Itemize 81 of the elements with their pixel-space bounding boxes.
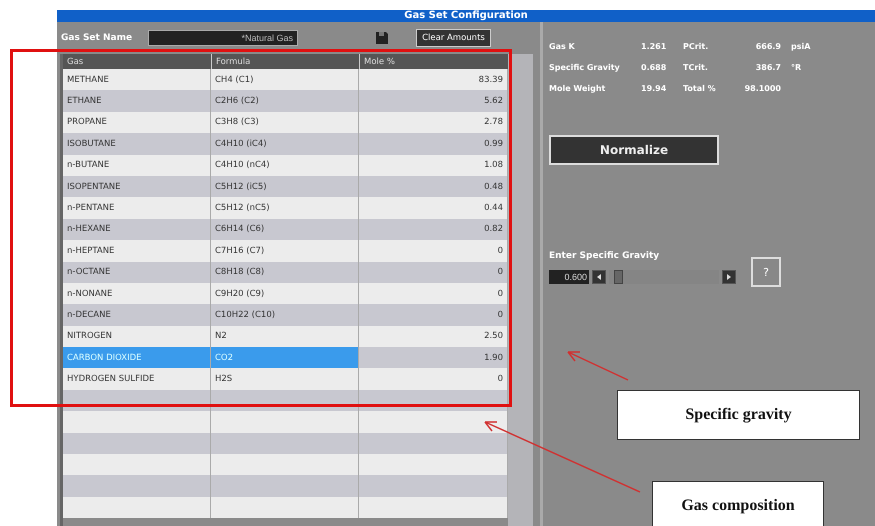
save-icon[interactable] bbox=[376, 32, 388, 44]
property-value: 1.261 bbox=[641, 42, 668, 51]
table-cell: ISOPENTANE bbox=[63, 176, 211, 198]
table-cell: C5H12 (iC5) bbox=[211, 176, 359, 198]
property-value: 666.9 bbox=[754, 42, 781, 51]
table-cell: n-PENTANE bbox=[63, 197, 211, 219]
right-arrow-button[interactable] bbox=[722, 270, 736, 284]
table-cell: 0.48 bbox=[359, 176, 508, 198]
slider-thumb[interactable] bbox=[614, 270, 624, 284]
table-cell: 0 bbox=[359, 262, 508, 283]
gas-set-name-label: Gas Set Name bbox=[61, 33, 132, 43]
property-label: Specific Gravity bbox=[549, 63, 621, 72]
table-cell: 1.08 bbox=[359, 154, 508, 176]
arrow bbox=[567, 351, 628, 381]
table-cell: 0.99 bbox=[359, 133, 508, 155]
specific-gravity-label: Enter Specific Gravity bbox=[549, 251, 660, 261]
property-label: PCrit. bbox=[683, 42, 710, 51]
table-cell: C10H22 (C10) bbox=[211, 304, 359, 326]
specific-gravity-field[interactable]: 0.600 bbox=[549, 270, 589, 284]
table-cell: CO2 bbox=[211, 347, 359, 368]
table-cell: C5H12 (nC5) bbox=[211, 197, 359, 219]
table-cell: n-HEXANE bbox=[63, 218, 211, 240]
property-label: Mole Weight bbox=[549, 84, 606, 93]
table-cell: CARBON DIOXIDE bbox=[63, 347, 211, 368]
property-label: Total % bbox=[683, 84, 717, 93]
table-cell: H2S bbox=[211, 368, 359, 390]
table-cell: n-NONANE bbox=[63, 282, 211, 304]
table-cell: 0 bbox=[359, 282, 508, 304]
callout-label: Gas composition bbox=[652, 481, 824, 526]
unit-label: psiA bbox=[791, 42, 812, 51]
table-cell: 1.90 bbox=[359, 347, 508, 368]
table-cell: 0.82 bbox=[359, 218, 508, 240]
table-cell: C2H6 (C2) bbox=[211, 90, 359, 112]
property-value: 0.688 bbox=[641, 63, 668, 72]
gas-set-name-field[interactable]: *Natural Gas bbox=[148, 30, 298, 46]
table-cell: CH4 (C1) bbox=[211, 69, 359, 90]
column-header[interactable]: Formula bbox=[211, 54, 359, 69]
table-cell: NITROGEN bbox=[63, 326, 211, 348]
table-cell: 83.39 bbox=[359, 69, 508, 90]
table-cell: n-OCTANE bbox=[63, 262, 211, 283]
column-header[interactable]: Mole % bbox=[359, 54, 508, 69]
callout-label: Specific gravity bbox=[617, 390, 860, 440]
table-cell: n-HEPTANE bbox=[63, 240, 211, 262]
clear-amounts-button[interactable]: Clear Amounts bbox=[416, 29, 491, 47]
property-value: 19.94 bbox=[641, 84, 668, 93]
table-cell: C6H14 (C6) bbox=[211, 218, 359, 240]
table-cell: PROPANE bbox=[63, 112, 211, 134]
property-label: Gas K bbox=[549, 42, 576, 51]
table-cell: 0 bbox=[359, 304, 508, 326]
table-cell: ETHANE bbox=[63, 90, 211, 112]
help-button[interactable]: ? bbox=[751, 257, 781, 287]
table-cell: 5.62 bbox=[359, 90, 508, 112]
table-cell: 0 bbox=[359, 240, 508, 262]
right-arrow-icon bbox=[726, 274, 732, 280]
table-cell: C4H10 (nC4) bbox=[211, 154, 359, 176]
property-value: 386.7 bbox=[754, 63, 781, 72]
table-cell: 2.50 bbox=[359, 326, 508, 348]
table-cell: N2 bbox=[211, 326, 359, 348]
property-label: TCrit. bbox=[683, 63, 709, 72]
left-arrow-icon bbox=[596, 274, 602, 280]
unit-label: °R bbox=[791, 63, 802, 72]
table-cell: n-DECANE bbox=[63, 304, 211, 326]
normalize-button[interactable]: Normalize bbox=[549, 135, 719, 165]
scrollbar[interactable] bbox=[508, 54, 533, 526]
table-cell: HYDROGEN SULFIDE bbox=[63, 368, 211, 390]
table-cell: 0 bbox=[359, 368, 508, 390]
table-cell: C4H10 (iC4) bbox=[211, 133, 359, 155]
table-cell: C8H18 (C8) bbox=[211, 262, 359, 283]
table-cell: ISOBUTANE bbox=[63, 133, 211, 155]
table-cell: METHANE bbox=[63, 69, 211, 90]
left-arrow-button[interactable] bbox=[592, 270, 606, 284]
table-cell: C9H20 (C9) bbox=[211, 282, 359, 304]
window-title: Gas Set Configuration bbox=[57, 10, 875, 22]
property-value: 98.1000 bbox=[744, 84, 781, 93]
column-header[interactable]: Gas bbox=[63, 54, 211, 69]
table-cell: 2.78 bbox=[359, 112, 508, 134]
table-cell: 0.44 bbox=[359, 197, 508, 219]
table-cell: C3H8 (C3) bbox=[211, 112, 359, 134]
table-cell: n-BUTANE bbox=[63, 154, 211, 176]
table-cell: C7H16 (C7) bbox=[211, 240, 359, 262]
slider-track[interactable] bbox=[609, 270, 719, 284]
